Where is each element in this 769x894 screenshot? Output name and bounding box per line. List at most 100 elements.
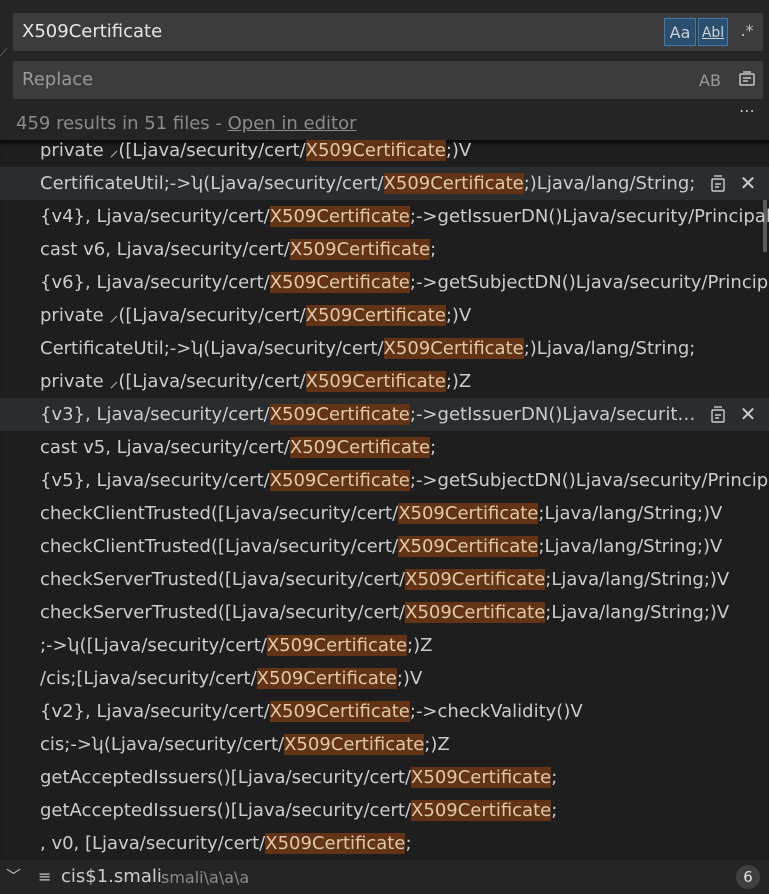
result-text: checkClientTrusted([Ljava/security/cert/… — [40, 497, 722, 530]
replace-all-icon[interactable] — [736, 68, 758, 90]
result-row[interactable]: {v5}, Ljava/security/cert/X509Certificat… — [0, 464, 769, 497]
result-suffix: ;)V — [396, 668, 423, 689]
result-prefix: {v2}, Ljava/security/cert/ — [40, 701, 270, 722]
match-highlight: X509Certificate — [405, 602, 546, 623]
result-prefix: {v6}, Ljava/security/cert/ — [40, 272, 270, 293]
match-count-badge: 6 — [736, 865, 760, 889]
result-row[interactable]: , v0, [Ljava/security/cert/X509Certifica… — [0, 827, 769, 860]
match-highlight: X509Certificate — [269, 272, 410, 293]
result-row[interactable]: getAcceptedIssuers()[Ljava/security/cert… — [0, 794, 769, 827]
result-suffix: ;->getIssuerDN()Ljava/security/Principal… — [409, 206, 769, 227]
result-suffix: ;)Ljava/lang/String; — [523, 173, 696, 194]
replace-icon[interactable] — [708, 404, 728, 424]
match-highlight: X509Certificate — [266, 635, 408, 656]
match-highlight: X509Certificate — [411, 767, 552, 788]
result-text: /cis;[Ljava/security/cert/X509Certificat… — [40, 662, 422, 695]
result-text: CertificateUtil;->ʮ(Ljava/security/cert/… — [40, 167, 695, 200]
result-text: , v0, [Ljava/security/cert/X509Certifica… — [40, 827, 412, 860]
toggle-replace-indicator[interactable]: ⟋ — [0, 48, 7, 59]
match-highlight: X509Certificate — [269, 701, 410, 722]
results-count-text: 459 results in 51 files - — [16, 113, 228, 134]
result-row[interactable]: checkServerTrusted([Ljava/security/cert/… — [0, 596, 769, 629]
match-highlight: X509Certificate — [265, 833, 406, 854]
file-path: smali\a\a\a — [161, 868, 250, 887]
result-row[interactable]: checkServerTrusted([Ljava/security/cert/… — [0, 563, 769, 596]
dismiss-icon[interactable]: ✕ — [738, 404, 758, 424]
result-prefix: private ⸝([Ljava/security/cert/ — [40, 371, 306, 392]
result-suffix: ;)V — [445, 305, 472, 326]
replace-input-placeholder[interactable]: Replace — [22, 62, 93, 98]
result-text: cast v6, Ljava/security/cert/X509Certifi… — [40, 233, 436, 266]
result-prefix: private ⸝([Ljava/security/cert/ — [40, 140, 306, 161]
result-text: {v4}, Ljava/security/cert/X509Certificat… — [40, 200, 769, 233]
result-prefix: cast v6, Ljava/security/cert/ — [40, 239, 290, 260]
replace-icon[interactable] — [708, 173, 728, 193]
match-highlight: X509Certificate — [305, 140, 446, 161]
file-name: cis$1.smali — [61, 866, 162, 887]
more-actions-icon[interactable]: ⋯ — [736, 100, 758, 122]
result-prefix: checkClientTrusted([Ljava/security/cert/ — [40, 536, 399, 557]
result-row[interactable]: cis;->ʮ(Ljava/security/cert/X509Certific… — [0, 728, 769, 761]
match-highlight: X509Certificate — [398, 503, 539, 524]
result-row[interactable]: checkClientTrusted([Ljava/security/cert/… — [0, 497, 769, 530]
result-text: ;->ʮ([Ljava/security/cert/X509Certificat… — [40, 629, 432, 662]
result-row[interactable]: getAcceptedIssuers()[Ljava/security/cert… — [0, 761, 769, 794]
match-whole-word-toggle[interactable]: Abl — [698, 18, 728, 46]
match-highlight: X509Certificate — [284, 734, 425, 755]
result-suffix: ;Ljava/lang/String;)V — [545, 569, 730, 590]
lines-file-icon: ≡ — [38, 867, 52, 886]
result-suffix: ;)Z — [407, 635, 433, 656]
result-row[interactable]: ;->ʮ([Ljava/security/cert/X509Certificat… — [0, 629, 769, 662]
match-highlight: X509Certificate — [398, 536, 539, 557]
result-prefix: checkClientTrusted([Ljava/security/cert/ — [40, 503, 399, 524]
file-result-row[interactable]: ﹀ ≡ cis$1.smali smali\a\a\a 6 — [0, 860, 769, 893]
search-input-value[interactable]: X509Certificate — [22, 14, 162, 50]
match-case-toggle[interactable]: Aa — [664, 18, 696, 46]
match-highlight: X509Certificate — [269, 470, 410, 491]
replace-input[interactable]: Replace AB — [13, 61, 763, 99]
result-suffix: ;Ljava/lang/String;)V — [538, 536, 723, 557]
result-prefix: getAcceptedIssuers()[Ljava/security/cert… — [40, 767, 412, 788]
match-highlight: X509Certificate — [305, 305, 446, 326]
result-text: getAcceptedIssuers()[Ljava/security/cert… — [40, 794, 557, 827]
result-text: checkServerTrusted([Ljava/security/cert/… — [40, 563, 729, 596]
result-row[interactable]: cast v6, Ljava/security/cert/X509Certifi… — [0, 233, 769, 266]
result-suffix: ;)Z — [424, 734, 450, 755]
open-in-editor-link[interactable]: Open in editor — [228, 113, 357, 134]
result-suffix: ;->getSubjectDN()Ljava/security/Principa… — [409, 470, 769, 491]
result-text: cis;->ʮ(Ljava/security/cert/X509Certific… — [40, 728, 450, 761]
result-row[interactable]: /cis;[Ljava/security/cert/X509Certificat… — [0, 662, 769, 695]
result-row[interactable]: checkClientTrusted([Ljava/security/cert/… — [0, 530, 769, 563]
result-row[interactable]: CertificateUtil;->ʮ(Ljava/security/cert/… — [0, 332, 769, 365]
result-suffix: ;)Ljava/lang/String; — [523, 338, 696, 359]
result-row[interactable]: CertificateUtil;->ʮ(Ljava/security/cert/… — [0, 167, 769, 200]
result-prefix: ;->ʮ([Ljava/security/cert/ — [40, 635, 267, 656]
result-text: private ⸝([Ljava/security/cert/X509Certi… — [40, 299, 471, 332]
result-row[interactable]: cast v5, Ljava/security/cert/X509Certifi… — [0, 431, 769, 464]
result-prefix: {v3}, Ljava/security/cert/ — [40, 404, 270, 425]
result-row[interactable]: {v4}, Ljava/security/cert/X509Certificat… — [0, 200, 769, 233]
match-highlight: X509Certificate — [411, 800, 552, 821]
search-input[interactable]: X509Certificate Aa Abl — [13, 13, 763, 51]
result-row[interactable]: {v6}, Ljava/security/cert/X509Certificat… — [0, 266, 769, 299]
result-row[interactable]: {v3}, Ljava/security/cert/X509Certificat… — [0, 398, 769, 431]
use-regex-toggle[interactable]: .* — [736, 20, 758, 42]
result-row[interactable]: private ⸝([Ljava/security/cert/X509Certi… — [0, 299, 769, 332]
result-row[interactable]: private ⸝([Ljava/security/cert/X509Certi… — [0, 140, 769, 167]
result-text: getAcceptedIssuers()[Ljava/security/cert… — [40, 761, 557, 794]
result-text: {v3}, Ljava/security/cert/X509Certificat… — [40, 398, 700, 431]
result-prefix: CertificateUtil;->ʮ(Ljava/security/cert/ — [40, 173, 384, 194]
result-text: checkServerTrusted([Ljava/security/cert/… — [40, 596, 729, 629]
dismiss-icon[interactable]: ✕ — [738, 173, 758, 193]
result-row[interactable]: {v2}, Ljava/security/cert/X509Certificat… — [0, 695, 769, 728]
result-prefix: checkServerTrusted([Ljava/security/cert/ — [40, 569, 406, 590]
result-text: private ⸝([Ljava/security/cert/X509Certi… — [40, 365, 471, 398]
result-text: {v2}, Ljava/security/cert/X509Certificat… — [40, 695, 583, 728]
match-highlight: X509Certificate — [405, 569, 546, 590]
result-row[interactable]: private ⸝([Ljava/security/cert/X509Certi… — [0, 365, 769, 398]
preserve-case-toggle[interactable]: AB — [694, 66, 726, 94]
chevron-down-icon[interactable]: ﹀ — [6, 860, 21, 893]
result-suffix: ;->getSubjectDN()Ljava/security/Principa… — [409, 272, 769, 293]
result-prefix: getAcceptedIssuers()[Ljava/security/cert… — [40, 800, 412, 821]
result-text: checkClientTrusted([Ljava/security/cert/… — [40, 530, 722, 563]
